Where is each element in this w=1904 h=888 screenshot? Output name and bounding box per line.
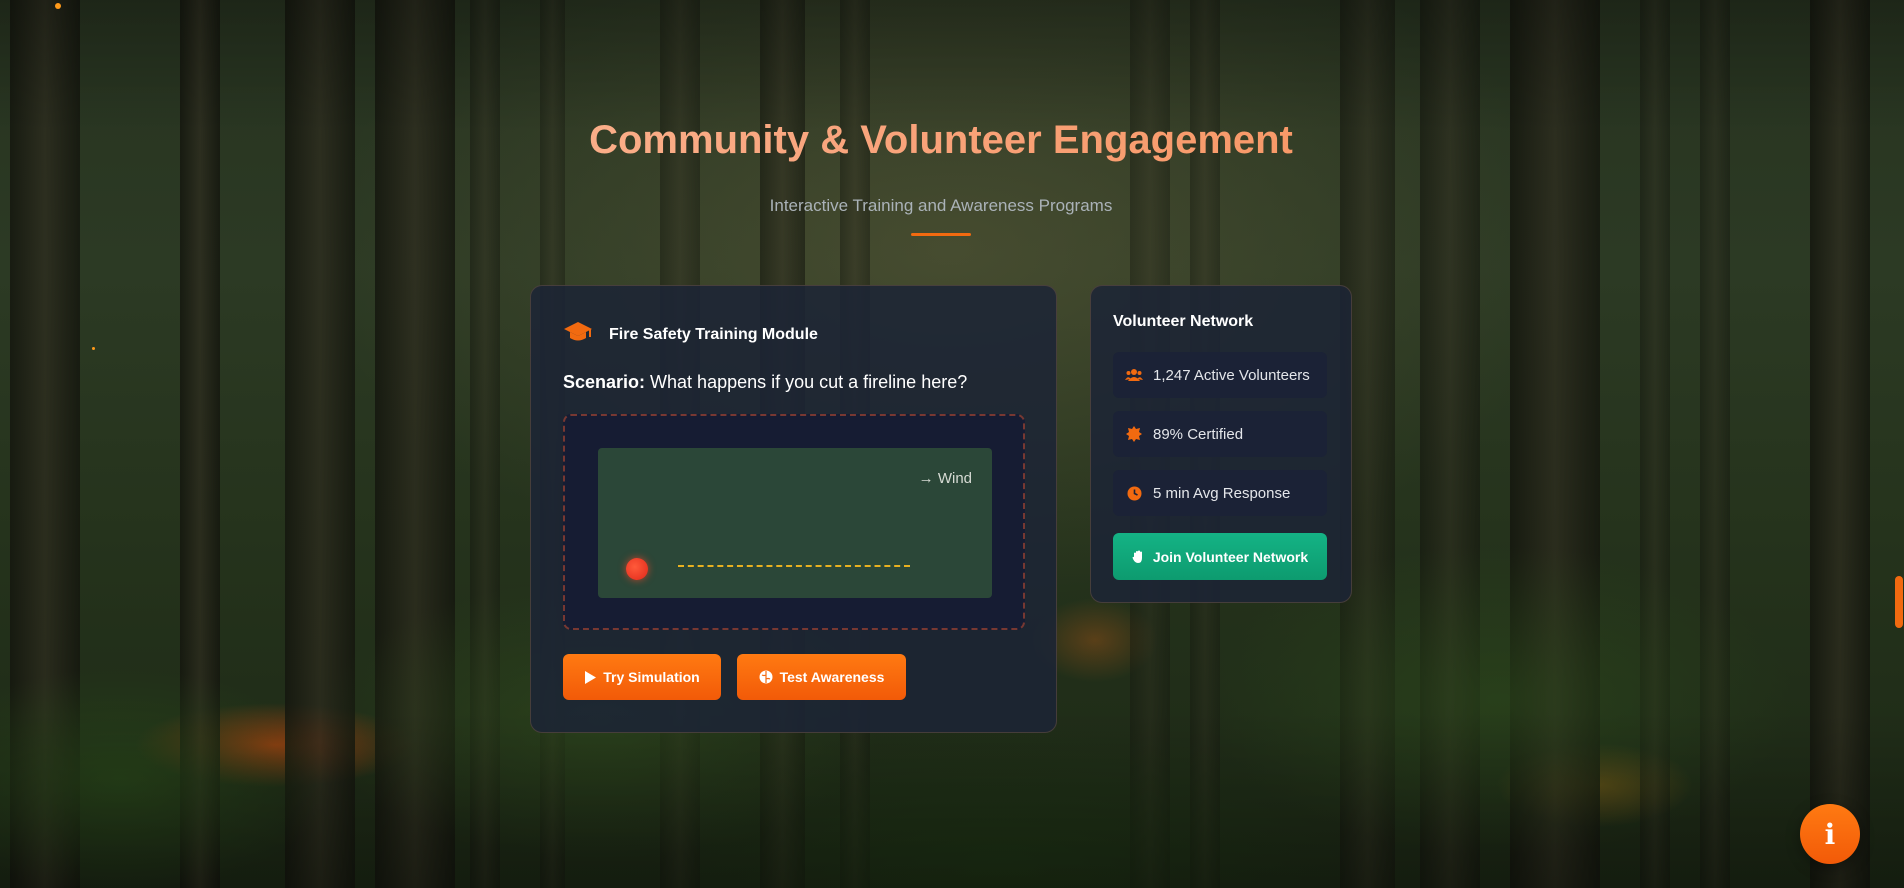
try-simulation-button[interactable]: Try Simulation [563,654,721,700]
test-awareness-button[interactable]: Test Awareness [737,654,906,700]
info-button[interactable]: i [1800,804,1860,864]
certificate-icon [1125,426,1143,442]
scenario-label: Scenario: [563,372,646,392]
stat-label: 1,247 Active Volunteers [1153,366,1310,384]
play-icon [585,670,597,684]
stat-label: 5 min Avg Response [1153,484,1291,502]
title-divider [911,233,971,236]
volunteer-card-title: Volunteer Network [1113,313,1254,330]
training-card-title: Fire Safety Training Module [609,325,818,343]
brain-icon [759,670,773,684]
join-volunteer-label: Join Volunteer Network [1152,548,1309,565]
ember-particle [55,3,61,9]
wind-indicator: → Wind [918,470,972,487]
scenario-text: What happens if you cut a fireline here? [650,372,968,392]
stat-avg-response: 5 min Avg Response [1113,470,1327,516]
try-simulation-label: Try Simulation [603,669,700,685]
join-volunteer-button[interactable]: Join Volunteer Network [1113,533,1327,580]
graduation-cap-icon [563,320,593,349]
training-module-card: Fire Safety Training Module Scenario: Wh… [530,285,1057,733]
volunteer-network-card: Volunteer Network 1,247 Active Volunteer… [1090,285,1352,603]
fire-origin-marker [626,558,648,580]
users-icon [1125,368,1143,382]
simulation-area[interactable]: → Wind [563,414,1025,630]
page-subtitle: Interactive Training and Awareness Progr… [769,196,1113,215]
info-icon: i [1824,817,1836,851]
forest-field[interactable]: → Wind [598,448,992,598]
page-title: Community & Volunteer Engagement [0,118,1882,163]
scenario-question: Scenario: What happens if you cut a fire… [563,372,967,393]
fireline-path[interactable] [678,565,910,567]
page-scrollbar[interactable] [1892,0,1904,888]
hand-icon [1132,550,1142,563]
stat-certified: 89% Certified [1113,411,1327,457]
scrollbar-thumb[interactable] [1895,576,1903,628]
clock-icon [1125,486,1143,501]
stat-active-volunteers: 1,247 Active Volunteers [1113,352,1327,398]
forest-background: Community & Volunteer Engagement Interac… [0,0,1904,888]
training-card-header: Fire Safety Training Module [563,320,818,349]
ember-particle [92,347,95,350]
test-awareness-label: Test Awareness [779,669,885,685]
stat-label: 89% Certified [1153,425,1244,443]
